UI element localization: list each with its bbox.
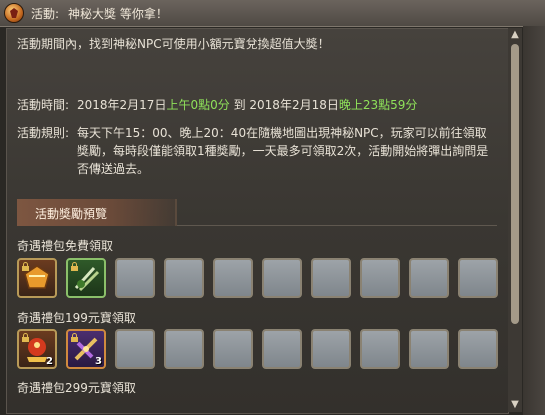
lock-icon bbox=[22, 333, 29, 342]
reward-row-label: 奇遇禮包免費領取 bbox=[17, 239, 114, 253]
reward-slot[interactable] bbox=[17, 258, 57, 298]
empty-slot bbox=[262, 329, 302, 369]
end-time: 晚上23點59分 bbox=[338, 98, 418, 112]
scrollbar[interactable]: ▲ ▼ bbox=[508, 28, 522, 412]
empty-slot bbox=[360, 258, 400, 298]
item-count: 3 bbox=[95, 356, 102, 367]
reward-preview-tab[interactable]: 活動獎勵預覽 bbox=[17, 199, 177, 226]
panel-border bbox=[523, 26, 545, 415]
scroll-thumb[interactable] bbox=[511, 44, 519, 324]
scroll-down-icon[interactable]: ▼ bbox=[508, 398, 522, 412]
empty-slot bbox=[409, 329, 449, 369]
time-label: 活動時間: bbox=[17, 98, 70, 112]
header-label: 活動: bbox=[31, 7, 60, 21]
start-date: 2018年2月17日 bbox=[77, 98, 167, 112]
empty-slot bbox=[360, 329, 400, 369]
rules-text: 每天下午15：00、晚上20：40在隨機地圖出現神秘NPC，玩家可以前往領取獎勵… bbox=[77, 126, 489, 176]
reward-preview-label: 活動獎勵預覽 bbox=[35, 207, 108, 221]
lock-icon bbox=[71, 333, 78, 342]
reward-slot[interactable] bbox=[66, 258, 106, 298]
reward-slot[interactable]: 2 bbox=[17, 329, 57, 369]
event-emblem-icon bbox=[4, 3, 24, 23]
scroll-up-icon[interactable]: ▲ bbox=[508, 28, 522, 42]
empty-slot bbox=[115, 329, 155, 369]
rules-label: 活動規則: bbox=[17, 126, 70, 140]
start-time: 上午0點0分 bbox=[166, 98, 230, 112]
event-panel: 活動: 神秘大獎 等你拿！ 活動期間內，找到神秘NPC可使用小額元寶兌換超值大獎… bbox=[0, 0, 545, 415]
empty-slot bbox=[458, 258, 498, 298]
section-divider bbox=[177, 225, 497, 226]
title-bar: 活動: 神秘大獎 等你拿！ bbox=[0, 0, 545, 27]
reward-slot[interactable]: 3 bbox=[66, 329, 106, 369]
lock-icon bbox=[71, 262, 78, 271]
empty-slot bbox=[115, 258, 155, 298]
item-count: 2 bbox=[46, 356, 53, 367]
intro-text: 活動期間內，找到神秘NPC可使用小額元寶兌換超值大獎！ bbox=[17, 37, 330, 51]
empty-slot bbox=[458, 329, 498, 369]
reward-row-label: 奇遇禮包199元寶領取 bbox=[17, 311, 136, 325]
empty-slot bbox=[213, 329, 253, 369]
time-value: 2018年2月17日上午0點0分 到 2018年2月18日晚上23點59分 bbox=[77, 96, 417, 113]
event-title: 神秘大獎 等你拿！ bbox=[68, 7, 168, 21]
empty-slot bbox=[409, 258, 449, 298]
empty-slot bbox=[164, 258, 204, 298]
empty-slot bbox=[213, 258, 253, 298]
empty-slot bbox=[311, 329, 351, 369]
empty-slot bbox=[311, 258, 351, 298]
end-date: 2018年2月18日 bbox=[249, 98, 339, 112]
reward-row-label: 奇遇禮包299元寶領取 bbox=[17, 381, 136, 395]
time-to: 到 bbox=[233, 98, 246, 112]
empty-slot bbox=[262, 258, 302, 298]
event-content[interactable]: 活動期間內，找到神秘NPC可使用小額元寶兌換超值大獎！ 活動時間: 2018年2… bbox=[6, 28, 509, 414]
lock-icon bbox=[22, 262, 29, 271]
empty-slot bbox=[164, 329, 204, 369]
